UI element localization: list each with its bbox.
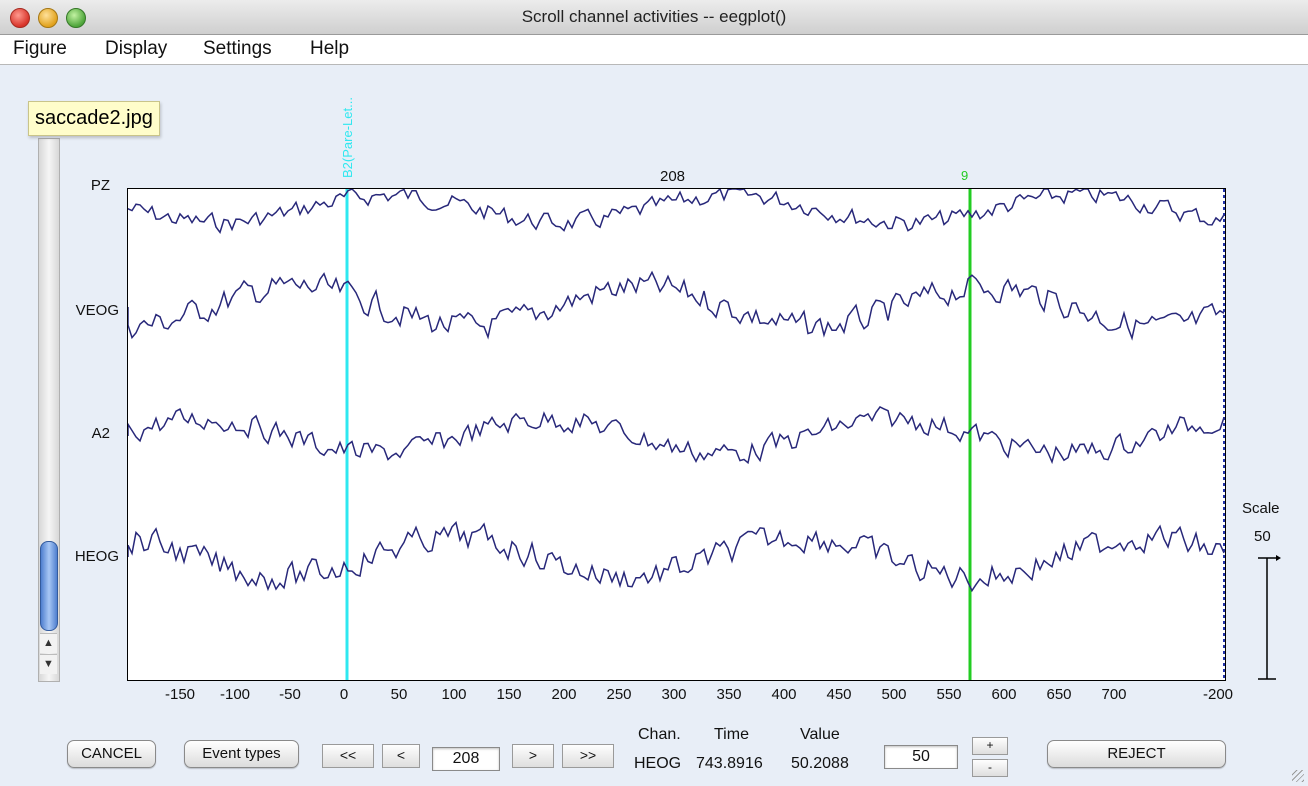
x-tick: 400 (771, 686, 797, 703)
channel-label-pz: PZ (90, 177, 110, 194)
trace-pz (128, 189, 1225, 235)
chan-readout: HEOG (634, 755, 682, 772)
eeg-plot-area[interactable] (127, 188, 1226, 681)
scale-bar-icon (1258, 555, 1281, 680)
x-tick: 450 (826, 686, 852, 703)
x-tick: 50 (390, 686, 408, 703)
channel-label-heog: HEOG (74, 548, 119, 565)
x-tick: 550 (936, 686, 962, 703)
menu-figure[interactable]: Figure (13, 38, 67, 60)
x-tick: 500 (881, 686, 907, 703)
x-tick: 250 (606, 686, 632, 703)
menu-settings[interactable]: Settings (203, 38, 272, 60)
channel-label-veog: VEOG (75, 302, 119, 319)
trace-a2 (128, 406, 1225, 465)
x-tick: 700 (1101, 686, 1127, 703)
scroll-back-fast-button[interactable]: << (322, 744, 374, 768)
trace-heog (128, 521, 1225, 593)
x-tick: 650 (1046, 686, 1072, 703)
x-tick: -200 (1202, 686, 1234, 703)
event-types-button[interactable]: Event types (184, 740, 299, 768)
resize-grip-icon[interactable] (1292, 770, 1304, 782)
reject-button[interactable]: REJECT (1047, 740, 1226, 768)
trace-veog (128, 270, 1225, 341)
x-tick: 300 (661, 686, 687, 703)
scrollbar-thumb[interactable] (40, 541, 58, 631)
channel-label-a2: A2 (91, 425, 110, 442)
menu-help[interactable]: Help (310, 38, 349, 60)
epoch-position-input[interactable]: 208 (432, 747, 500, 771)
value-header: Value (800, 726, 840, 743)
menu-display[interactable]: Display (105, 38, 167, 60)
scroll-back-button[interactable]: < (382, 744, 420, 768)
chan-header: Chan. (638, 726, 681, 743)
x-tick: 200 (551, 686, 577, 703)
x-tick: 350 (716, 686, 742, 703)
channel-scrollbar[interactable]: ▲ ▼ (38, 138, 60, 682)
eeg-traces (128, 189, 1225, 680)
x-tick: 600 (991, 686, 1017, 703)
increase-scale-button[interactable]: + (972, 737, 1008, 755)
scroll-forward-button[interactable]: > (512, 744, 554, 768)
scale-label: Scale (1242, 500, 1280, 517)
menu-bar: Figure Display Settings Help (0, 35, 1308, 65)
title-bar: Scroll channel activities -- eegplot() (0, 0, 1308, 35)
scroll-forward-fast-button[interactable]: >> (562, 744, 614, 768)
time-readout: 743.8916 (696, 755, 763, 772)
event-label-9: 9 (961, 168, 969, 183)
spacing-input[interactable]: 50 (884, 745, 958, 769)
epoch-label: 208 (660, 168, 686, 185)
x-tick: 150 (496, 686, 522, 703)
x-tick: -100 (219, 686, 251, 703)
x-tick: 100 (441, 686, 467, 703)
cancel-button[interactable]: CANCEL (67, 740, 156, 768)
event-label-b2: B2(Pare-Let... (340, 97, 355, 178)
window-title: Scroll channel activities -- eegplot() (521, 7, 787, 26)
scroll-down-arrow-icon[interactable]: ▼ (40, 654, 57, 674)
x-tick: -50 (279, 686, 301, 703)
x-tick: 0 (339, 686, 349, 703)
scale-value: 50 (1254, 528, 1271, 545)
value-readout: 50.2088 (791, 755, 849, 772)
x-tick: -150 (164, 686, 196, 703)
decrease-scale-button[interactable]: - (972, 759, 1008, 777)
scroll-up-arrow-icon[interactable]: ▲ (40, 633, 57, 653)
filename-tooltip: saccade2.jpg (28, 101, 160, 136)
time-header: Time (714, 726, 749, 743)
